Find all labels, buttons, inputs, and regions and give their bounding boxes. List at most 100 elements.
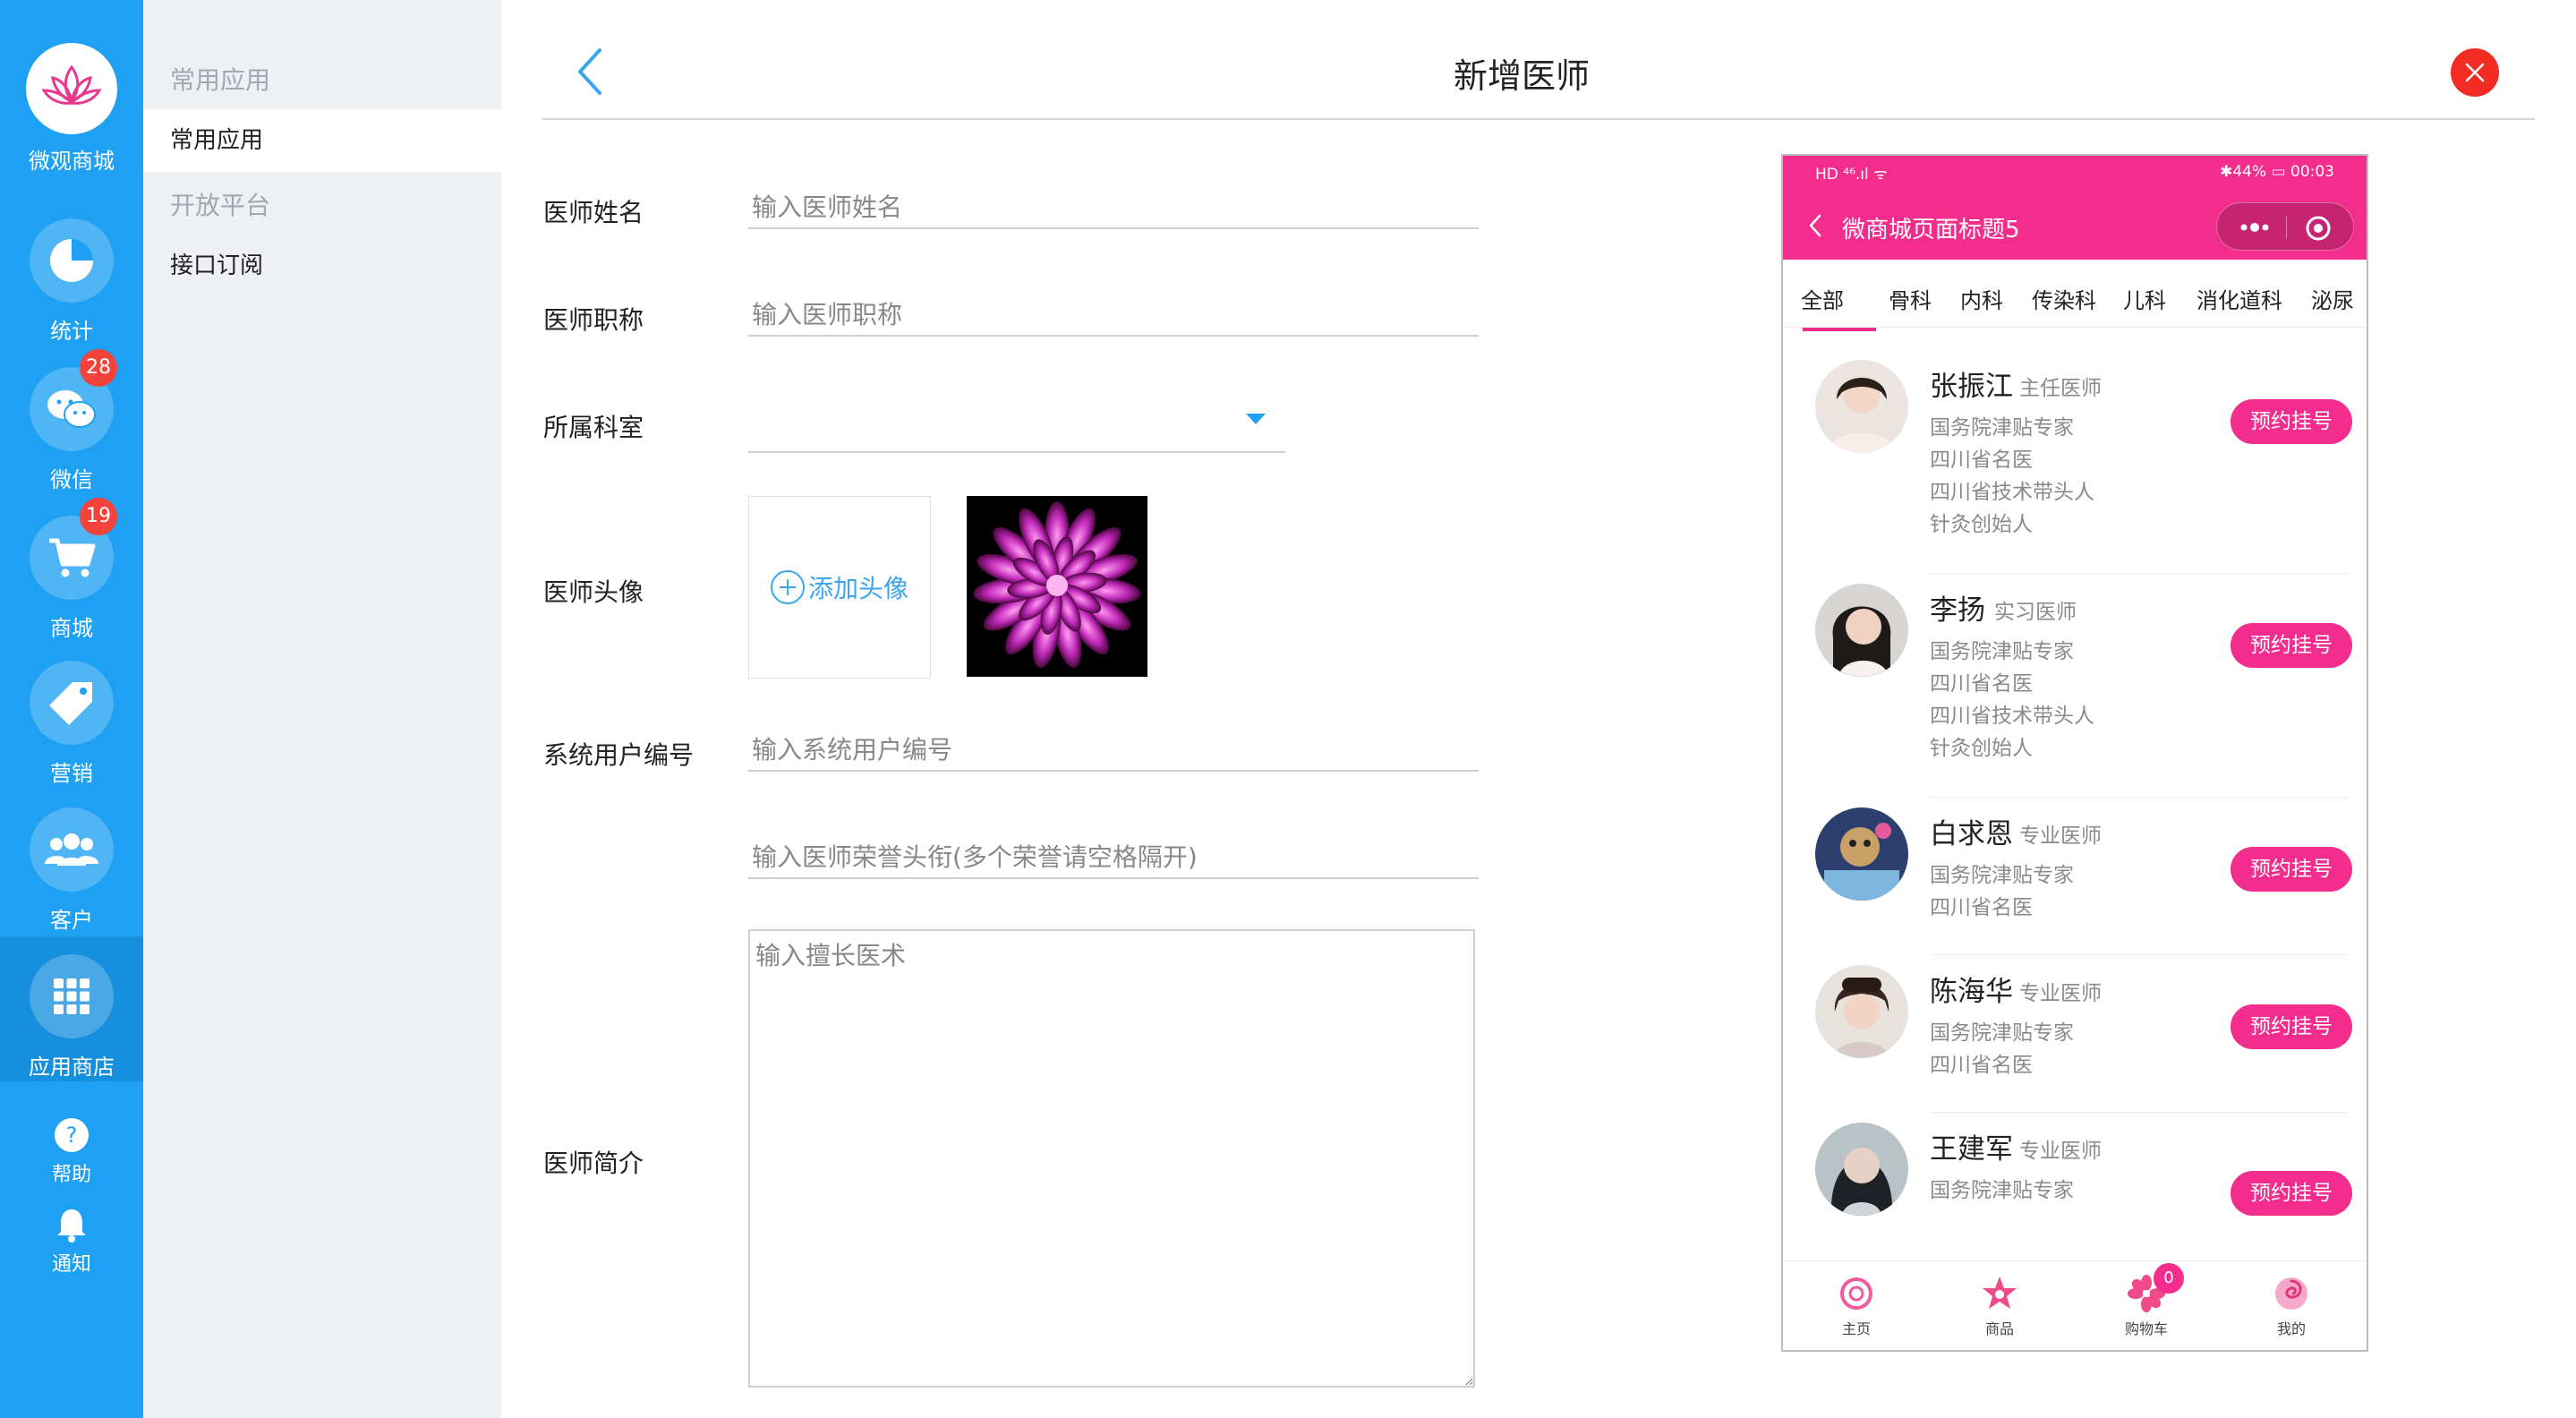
book-appointment-button[interactable]: 预约挂号 bbox=[2231, 399, 2352, 444]
main-nav: 微观商城 统计 28 微信 19 商城 营销 客户 应用商店 ? 帮助 通知 bbox=[0, 0, 143, 1418]
cart-badge: 0 bbox=[2154, 1263, 2184, 1294]
department-select[interactable] bbox=[748, 390, 1285, 453]
doctor-title-label: 医师职称 bbox=[543, 305, 644, 335]
avatar bbox=[1815, 965, 1908, 1058]
avatar-label: 医师头像 bbox=[543, 577, 644, 607]
honor-input[interactable] bbox=[748, 836, 1479, 879]
tabbar-home[interactable]: 主页 bbox=[1803, 1261, 1910, 1338]
user-number-label: 系统用户编号 bbox=[543, 740, 695, 770]
nav-item-stats[interactable]: 统计 bbox=[0, 218, 143, 345]
plus-circle-icon bbox=[770, 570, 805, 604]
book-appointment-button[interactable]: 预约挂号 bbox=[2231, 847, 2352, 892]
phone-preview: HD ⁴⁶.ıl ᯤ ✱44% ▭ 00:03 微商城页面标题5 全部 骨科 内… bbox=[1781, 154, 2368, 1352]
list-item[interactable]: 李扬 实习医师 国务院津贴专家 四川省名医 四川省技术带头人 针灸创始人 预约挂… bbox=[1783, 584, 2367, 807]
more-dots-icon[interactable] bbox=[2237, 212, 2273, 243]
doctor-title-input[interactable] bbox=[748, 294, 1479, 337]
nav-item-label: 营销 bbox=[50, 761, 93, 786]
avatar-preview-image[interactable] bbox=[967, 496, 1147, 677]
close-icon bbox=[2465, 63, 2485, 82]
tab-orthopedics[interactable]: 骨科 bbox=[1889, 283, 1932, 314]
doctor-name: 白求恩 bbox=[1930, 818, 2013, 850]
list-item[interactable]: 张振江 主任医师 国务院津贴专家 四川省名医 四川省技术带头人 针灸创始人 预约… bbox=[1783, 360, 2367, 584]
doctor-name-label: 医师姓名 bbox=[543, 198, 644, 227]
phone-page-title: 微商城页面标题5 bbox=[1842, 217, 2020, 243]
doctor-honor: 四川省技术带头人 bbox=[1930, 481, 2094, 504]
brand[interactable]: 微观商城 bbox=[0, 43, 143, 175]
doctor-honor: 四川省名医 bbox=[1930, 448, 2033, 472]
doctor-title: 专业医师 bbox=[2019, 982, 2102, 1005]
divider bbox=[1930, 1112, 2349, 1113]
phone-header: HD ⁴⁶.ıl ᯤ ✱44% ▭ 00:03 微商城页面标题5 bbox=[1783, 156, 2367, 260]
back-button[interactable] bbox=[573, 45, 609, 98]
capsule-divider bbox=[2286, 216, 2287, 239]
doctor-honor: 四川省名医 bbox=[1930, 896, 2033, 919]
status-right: ✱44% ▭ 00:03 bbox=[2220, 163, 2334, 181]
tabbar-label: 主页 bbox=[1841, 1320, 1871, 1337]
phone-tabbar: 主页 商品 0 购物车 我的 bbox=[1783, 1260, 2367, 1350]
caret-down-icon bbox=[1246, 414, 1266, 424]
wechat-icon: 28 bbox=[30, 349, 117, 451]
subnav-item-common-apps[interactable]: 常用应用 bbox=[143, 109, 501, 172]
bell-icon bbox=[54, 1207, 90, 1243]
help-link[interactable]: ? 帮助 bbox=[0, 1117, 143, 1187]
doctor-honor: 国务院津贴专家 bbox=[1930, 1179, 2074, 1202]
book-appointment-button[interactable]: 预约挂号 bbox=[2231, 1171, 2352, 1216]
lotus-logo-icon bbox=[26, 43, 117, 134]
miniapp-close-icon[interactable] bbox=[2304, 214, 2333, 243]
doctor-honor: 四川省名医 bbox=[1930, 672, 2033, 696]
tab-infectious[interactable]: 传染科 bbox=[2032, 283, 2096, 314]
nav-item-label: 商城 bbox=[50, 616, 93, 641]
nav-item-app-store[interactable]: 应用商店 bbox=[0, 936, 143, 1081]
doctor-title: 实习医师 bbox=[1994, 601, 2077, 624]
subnav-item-api-subscription[interactable]: 接口订阅 bbox=[143, 235, 501, 297]
phone-back-icon[interactable] bbox=[1806, 213, 1824, 238]
nav-item-marketing[interactable]: 营销 bbox=[0, 661, 143, 787]
flower-icon: 0 bbox=[2127, 1263, 2184, 1313]
help-icon: ? bbox=[54, 1117, 90, 1153]
avatar bbox=[1815, 360, 1908, 453]
list-item[interactable]: 陈海华 专业医师 国务院津贴专家 四川省名医 预约挂号 bbox=[1783, 965, 2367, 1123]
intro-textarea[interactable] bbox=[748, 929, 1475, 1388]
brand-label: 微观商城 bbox=[29, 149, 115, 174]
nav-item-mall[interactable]: 19 商城 bbox=[0, 498, 143, 642]
nav-item-label: 应用商店 bbox=[29, 1055, 115, 1080]
divider bbox=[1930, 954, 2349, 955]
header-divider bbox=[542, 118, 2535, 120]
tabbar-mine[interactable]: 我的 bbox=[2238, 1261, 2345, 1338]
divider bbox=[1930, 573, 2349, 574]
subnav-group-common: 常用应用 bbox=[170, 65, 271, 95]
add-avatar-button[interactable]: 添加头像 bbox=[748, 496, 931, 679]
tabbar-products[interactable]: 商品 bbox=[1946, 1261, 2053, 1338]
tab-urology[interactable]: 泌尿 bbox=[2311, 283, 2354, 314]
user-number-input[interactable] bbox=[748, 729, 1479, 772]
notify-label: 通知 bbox=[51, 1253, 91, 1276]
sub-nav: 常用应用 常用应用 开放平台 接口订阅 bbox=[143, 0, 501, 1418]
divider bbox=[1930, 797, 2349, 798]
tab-all[interactable]: 全部 bbox=[1801, 283, 1844, 314]
doctor-title: 专业医师 bbox=[2019, 824, 2102, 848]
avatar bbox=[1815, 584, 1908, 677]
cart-icon: 19 bbox=[30, 498, 117, 600]
doctor-title: 专业医师 bbox=[2019, 1140, 2102, 1163]
page-title: 新增医师 bbox=[1453, 56, 1590, 96]
nav-item-customers[interactable]: 客户 bbox=[0, 807, 143, 934]
book-appointment-button[interactable]: 预约挂号 bbox=[2231, 1004, 2352, 1049]
tabbar-label: 商品 bbox=[1984, 1320, 2014, 1337]
apps-grid-icon bbox=[30, 954, 114, 1038]
close-button[interactable] bbox=[2451, 48, 2499, 97]
tabbar-label: 我的 bbox=[2276, 1320, 2306, 1337]
avatar bbox=[1815, 1123, 1908, 1216]
notify-link[interactable]: 通知 bbox=[0, 1207, 143, 1277]
tag-icon bbox=[30, 661, 114, 745]
tab-internal[interactable]: 内科 bbox=[1960, 283, 2003, 314]
nav-item-wechat[interactable]: 28 微信 bbox=[0, 349, 143, 493]
doctor-name-input[interactable] bbox=[748, 186, 1479, 229]
list-item[interactable]: 白求恩 专业医师 国务院津贴专家 四川省名医 预约挂号 bbox=[1783, 807, 2367, 965]
tabbar-label: 购物车 bbox=[2124, 1320, 2168, 1337]
tabbar-cart[interactable]: 0 购物车 bbox=[2093, 1261, 2200, 1338]
list-item[interactable]: 王建军 专业医师 国务院津贴专家 预约挂号 bbox=[1783, 1123, 2367, 1257]
help-label: 帮助 bbox=[51, 1164, 91, 1186]
tab-pediatrics[interactable]: 儿科 bbox=[2123, 283, 2166, 314]
book-appointment-button[interactable]: 预约挂号 bbox=[2231, 623, 2352, 668]
tab-digestive[interactable]: 消化道科 bbox=[2196, 283, 2282, 314]
